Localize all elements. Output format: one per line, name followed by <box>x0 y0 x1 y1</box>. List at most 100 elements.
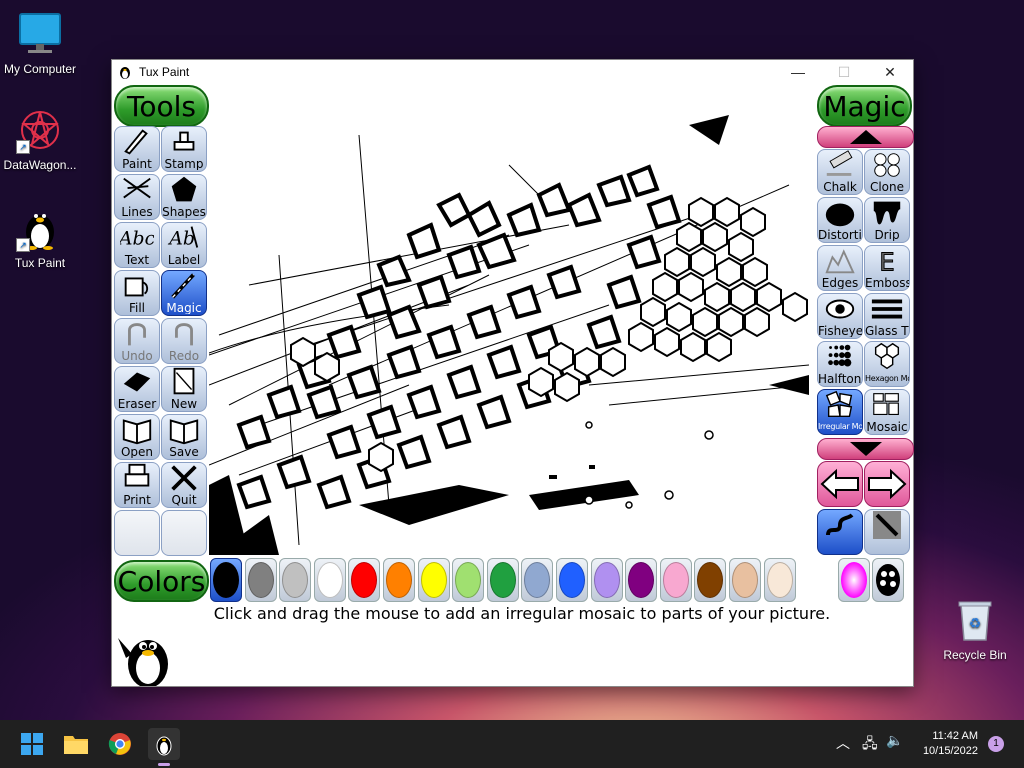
drip-icon <box>873 201 901 225</box>
magic-clone-button[interactable]: Clone <box>864 149 910 195</box>
magic-hexagon-mosaic-button[interactable]: Hexagon Mosaic <box>864 341 910 387</box>
magic-irregular-mosaic-button[interactable]: Irregular Mosaic <box>817 389 863 435</box>
color-swatch[interactable] <box>556 558 588 602</box>
magic-button-label: Mosaic <box>866 421 908 433</box>
tool-stamp-button[interactable]: Stamp <box>161 126 207 172</box>
tool-button-label: Paint <box>122 158 152 170</box>
color-swatch[interactable] <box>486 558 519 602</box>
color-swatch[interactable] <box>625 558 658 602</box>
desktop-icon-label: Recycle Bin <box>943 648 1007 662</box>
tool-new-button[interactable]: New <box>161 366 207 412</box>
magic-drip-button[interactable]: Drip <box>864 197 910 243</box>
edges-icon <box>825 249 855 274</box>
tool-paint-button[interactable]: Paint <box>114 126 160 172</box>
canvas-drawing <box>209 115 810 555</box>
magic-scroll-up-button[interactable] <box>817 126 914 148</box>
down-arrow-icon <box>849 442 882 456</box>
tool-fill-button[interactable]: Fill <box>114 270 160 316</box>
fullscreen-mode-button[interactable] <box>864 509 910 555</box>
color-swatch[interactable] <box>452 558 485 602</box>
color-picker-button[interactable] <box>838 558 870 602</box>
color-swatch[interactable] <box>313 558 346 602</box>
network-icon[interactable]: 🖧 <box>862 733 878 757</box>
magic-emboss-button[interactable]: E Emboss <box>864 245 910 291</box>
shortcut-arrow-icon: ↗ <box>16 238 30 252</box>
paint-mode-button[interactable] <box>817 509 863 555</box>
magic-fisheye-button[interactable]: Fisheye <box>817 293 863 339</box>
desktop-icon-my-computer[interactable]: My Computer <box>0 10 80 76</box>
maximize-button[interactable]: ☐ <box>821 60 867 84</box>
tool-eraser-button[interactable]: Eraser <box>114 366 160 412</box>
windows-start-icon[interactable] <box>16 728 48 760</box>
color-swatch[interactable] <box>417 558 450 602</box>
color-dot <box>559 562 585 598</box>
tool-lines-button[interactable]: Lines <box>114 174 160 220</box>
colors-header-label: Colors <box>117 564 206 598</box>
color-dot <box>732 562 758 598</box>
tool-text-button[interactable]: Abc Text <box>114 222 160 268</box>
magic-button-label: Emboss <box>865 277 909 289</box>
desktop-icon-tux-paint[interactable]: ↗ Tux Paint <box>0 204 80 270</box>
magic-button-label: Drip <box>874 229 900 241</box>
color-swatch[interactable] <box>521 558 554 602</box>
chrome-icon[interactable] <box>104 728 136 760</box>
distortion-icon <box>825 203 855 227</box>
color-mixer-button[interactable] <box>872 558 904 602</box>
system-clock[interactable]: 11:42 AM 10/15/2022 <box>923 729 978 759</box>
clock-time: 11:42 AM <box>932 730 978 742</box>
colors-header: Colors <box>114 560 209 602</box>
minimize-button[interactable]: — <box>775 60 821 84</box>
show-hidden-icons-chevron-icon[interactable]: ︿ <box>836 733 850 753</box>
color-swatch[interactable] <box>659 558 692 602</box>
tool-print-button[interactable]: Print <box>114 462 160 508</box>
magic-glass-tile-button[interactable]: Glass Tile <box>864 293 910 339</box>
color-swatch[interactable] <box>590 558 623 602</box>
next-button[interactable] <box>864 461 910 507</box>
magic-mosaic-button[interactable]: Mosaic <box>864 389 910 435</box>
close-button[interactable]: ✕ <box>867 60 913 84</box>
tux-paint-taskbar-icon[interactable] <box>148 728 180 766</box>
color-swatch[interactable] <box>729 558 761 602</box>
color-swatch[interactable] <box>210 558 242 602</box>
recycle-bin-icon: ♻ <box>951 596 999 644</box>
stamp-icon <box>173 131 195 151</box>
desktop-icon-label: DataWagon... <box>3 158 77 172</box>
notification-badge[interactable]: 1 <box>988 736 1004 752</box>
previous-button[interactable] <box>817 461 863 507</box>
color-swatch[interactable] <box>383 558 415 602</box>
empty-tool-slot <box>161 510 207 556</box>
printer-icon <box>124 463 150 487</box>
color-swatch[interactable] <box>244 558 277 602</box>
color-swatch[interactable] <box>763 558 796 602</box>
active-app-indicator <box>158 763 170 766</box>
magic-edges-button[interactable]: Edges <box>817 245 863 291</box>
label-icon: Ab <box>167 226 199 250</box>
color-dot <box>316 562 343 598</box>
color-wheel-icon <box>841 562 867 598</box>
magic-wand-icon <box>171 273 195 299</box>
tool-label-button[interactable]: Ab Label <box>161 222 207 268</box>
color-swatch[interactable] <box>279 558 312 602</box>
desktop-icon-datawagon[interactable]: ↗ DataWagon... <box>0 106 80 172</box>
tool-save-button[interactable]: Save <box>161 414 207 460</box>
tool-shapes-button[interactable]: Shapes <box>161 174 207 220</box>
tool-quit-button[interactable]: Quit <box>161 462 207 508</box>
drawing-canvas[interactable] <box>209 85 815 555</box>
tool-button-label: Save <box>169 446 199 458</box>
lines-icon <box>123 177 151 199</box>
tool-undo-button[interactable]: Undo <box>114 318 160 364</box>
volume-icon[interactable]: 🔈 <box>886 733 903 749</box>
magic-chalk-button[interactable]: Chalk <box>817 149 863 195</box>
magic-halftone-button[interactable]: Halftone <box>817 341 863 387</box>
magic-distortion-button[interactable]: Distortion <box>817 197 863 243</box>
tool-magic-button[interactable]: Magic <box>161 270 207 316</box>
color-swatch[interactable] <box>694 558 727 602</box>
tool-open-button[interactable]: Open <box>114 414 160 460</box>
tool-redo-button[interactable]: Redo <box>161 318 207 364</box>
color-swatch[interactable] <box>348 558 381 602</box>
file-explorer-icon[interactable] <box>60 728 92 760</box>
magic-scroll-down-button[interactable] <box>817 438 914 460</box>
tool-button-label: New <box>170 398 198 410</box>
desktop-icon-recycle-bin[interactable]: ♻ Recycle Bin <box>935 596 1015 662</box>
tool-button-label: Label <box>167 254 201 266</box>
